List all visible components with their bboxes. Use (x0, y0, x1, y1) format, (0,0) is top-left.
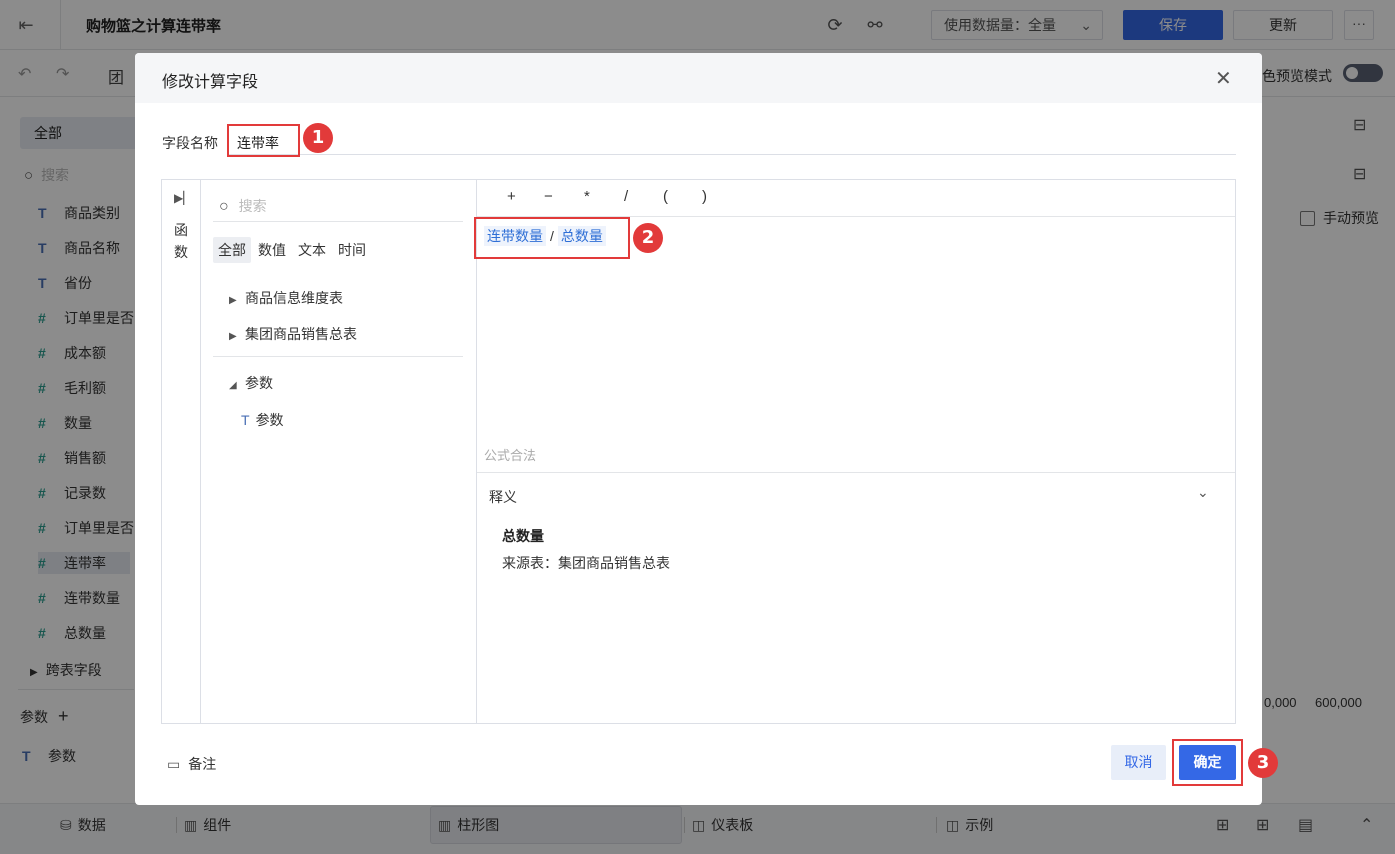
caret-right-icon: ▶ (229, 295, 237, 306)
op-divide[interactable]: / (624, 188, 628, 205)
dialog-header: 修改计算字段 ✕ (135, 53, 1262, 103)
highlight-box (227, 124, 300, 157)
divider (477, 472, 1235, 473)
tab-number[interactable]: 数值 (253, 237, 291, 263)
tree-node-param-item[interactable]: T 参数 (241, 410, 284, 430)
tree-node-label: 商品信息维度表 (245, 290, 343, 306)
tab-all[interactable]: 全部 (213, 237, 251, 263)
note-label: 备注 (188, 756, 217, 772)
definition-title: 总数量 (502, 528, 544, 544)
operator-bar: + − * / ( ) (477, 180, 1235, 217)
comment-icon: ▭ (167, 756, 181, 772)
op-lparen[interactable]: ( (663, 188, 668, 205)
caret-down-icon: ◢ (229, 380, 237, 391)
tree-node-sales-table[interactable]: ▶ 集团商品销售总表 (229, 324, 357, 344)
close-icon[interactable]: ✕ (1215, 66, 1232, 91)
op-plus[interactable]: + (507, 188, 516, 205)
op-rparen[interactable]: ) (702, 188, 707, 205)
field-tree: ○ 搜索 全部 数值 文本 时间 ▶ 商品信息维度表 ▶ 集团商品销售总表 ◢ 参数 T 参数 (201, 180, 477, 723)
param-icon: T (241, 412, 250, 428)
tree-node-label: 集团商品销售总表 (245, 326, 357, 342)
expand-icon[interactable]: ▶▏ (174, 191, 192, 205)
tree-node-dimension-table[interactable]: ▶ 商品信息维度表 (229, 288, 343, 308)
tab-text[interactable]: 文本 (293, 237, 331, 263)
formula-editor: ▶▏ 函 数 ○ 搜索 全部 数值 文本 时间 ▶ 商品信息维度表 ▶ 集团商品销售总表 ◢… (161, 179, 1236, 724)
step-badge-1: 1 (303, 123, 333, 153)
tree-node-label: 参数 (245, 375, 273, 391)
field-name-underline (227, 154, 1236, 155)
tree-node-label: 参数 (255, 412, 284, 428)
search-icon: ○ (219, 198, 229, 215)
function-tab-label-2: 数 (174, 244, 188, 260)
function-tab[interactable]: ▶▏ 函 数 (162, 180, 201, 723)
highlight-box (1172, 739, 1243, 786)
tab-time[interactable]: 时间 (333, 237, 371, 263)
definition-source: 来源表：集团商品销售总表 (502, 555, 670, 571)
formula-validity-text: 公式合法 (484, 448, 537, 463)
edit-calculated-field-dialog: 修改计算字段 ✕ 字段名称 连带率 1 ▶▏ 函 数 ○ 搜索 全部 数值 文本 时间 … (135, 53, 1278, 805)
field-name-label: 字段名称 (162, 135, 218, 151)
tree-search-placeholder: 搜索 (238, 198, 267, 214)
step-badge-2: 2 (633, 223, 663, 253)
tree-node-params[interactable]: ◢ 参数 (229, 373, 273, 393)
highlight-box (474, 217, 630, 259)
dialog-title: 修改计算字段 (162, 74, 259, 91)
type-filter-tabs: 全部 数值 文本 时间 (213, 237, 373, 263)
cancel-button[interactable]: 取消 (1111, 745, 1166, 780)
op-minus[interactable]: − (544, 188, 553, 205)
tree-search-input[interactable]: ○ 搜索 (213, 194, 463, 222)
step-badge-3: 3 (1248, 748, 1278, 778)
function-tab-label-1: 函 (174, 222, 188, 238)
caret-right-icon: ▶ (229, 331, 237, 342)
op-multiply[interactable]: * (584, 188, 590, 205)
definition-label: 释义 (489, 489, 517, 505)
divider (213, 356, 463, 357)
note-button[interactable]: ▭ 备注 (167, 754, 216, 774)
chevron-down-icon[interactable]: ⌄ (1197, 484, 1209, 501)
